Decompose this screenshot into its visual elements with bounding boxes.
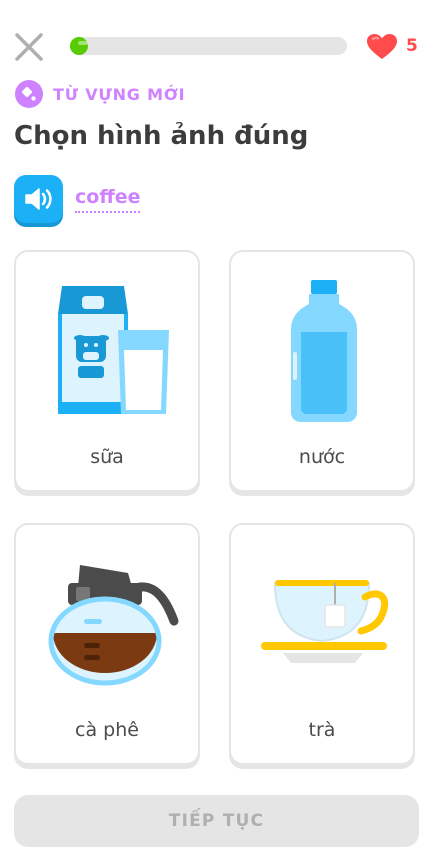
new-word-icon: [14, 79, 44, 109]
continue-button[interactable]: TIẾP TỤC: [14, 795, 419, 847]
close-icon[interactable]: [12, 30, 46, 64]
option-card-tea[interactable]: trà: [229, 523, 415, 765]
option-label: nước: [298, 446, 346, 468]
option-card-coffee[interactable]: cà phê: [14, 523, 200, 765]
page-title: Chọn hình ảnh đúng: [14, 121, 309, 151]
speaker-icon: [25, 188, 52, 210]
option-label: cà phê: [75, 719, 139, 741]
option-card-water[interactable]: nước: [229, 250, 415, 492]
play-audio-button[interactable]: [14, 175, 63, 223]
lesson-progress-bar: [70, 37, 347, 55]
option-label: trà: [308, 719, 336, 741]
target-word[interactable]: coffee: [75, 186, 141, 213]
hearts-count: 5: [406, 36, 418, 56]
coffee-pot-icon: [48, 565, 179, 686]
new-word-badge-label: TỪ VỰNG MỚI: [53, 85, 186, 104]
milk-carton-icon: [58, 286, 169, 414]
progress-fill: [70, 37, 88, 55]
option-card-milk[interactable]: sữa: [14, 250, 200, 492]
tea-cup-icon: [261, 580, 389, 663]
water-bottle-icon: [291, 280, 357, 422]
option-label: sữa: [90, 446, 124, 468]
heart-icon: [366, 33, 398, 61]
